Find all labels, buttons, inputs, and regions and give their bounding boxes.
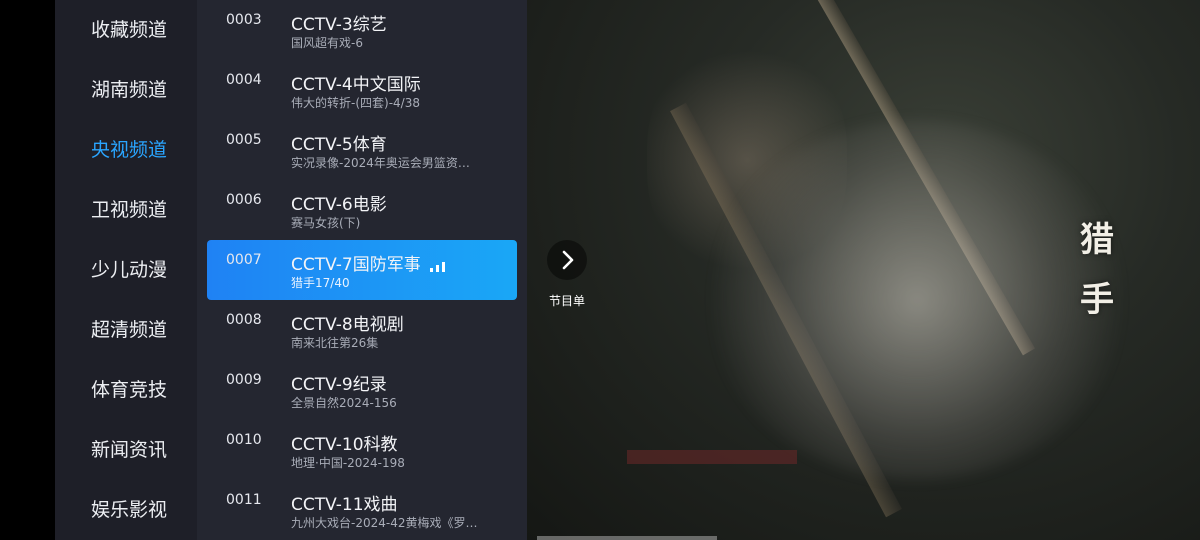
channel-number: 0006 — [226, 192, 262, 208]
epg-button[interactable]: 节目单 — [545, 240, 589, 312]
video-progress-bar — [537, 536, 717, 540]
current-program: 全景自然2024-156 — [291, 396, 397, 410]
channel-name: CCTV-10科教 — [291, 435, 398, 455]
channel-name: CCTV-9纪录 — [291, 375, 387, 395]
channel-name: CCTV-8电视剧 — [291, 315, 404, 335]
category-item[interactable]: 少儿动漫 — [91, 250, 167, 290]
left-margin — [0, 0, 55, 540]
channel-number: 0009 — [226, 372, 262, 388]
channel-row[interactable]: 0010 CCTV-10科教 地理·中国-2024-198 — [207, 420, 517, 480]
channel-number: 0008 — [226, 312, 262, 328]
chevron-right-icon — [547, 240, 587, 280]
channel-name: CCTV-7国防军事 — [291, 255, 421, 275]
epg-button-label: 节目单 — [548, 294, 585, 308]
current-program: 伟大的转折-(四套)-4/38 — [291, 96, 420, 110]
current-program: 赛马女孩(下) — [291, 216, 361, 230]
channel-row[interactable]: 0011 CCTV-11戏曲 九州大戏台-2024-42黄梅戏《罗… — [207, 480, 517, 540]
category-list: 收藏频道湖南频道央视频道卫视频道少儿动漫超清频道体育竞技新闻资讯娱乐影视 — [55, 0, 197, 540]
channel-name: CCTV-3综艺 — [291, 15, 387, 35]
category-item[interactable]: 央视频道 — [91, 130, 167, 170]
category-item[interactable]: 卫视频道 — [91, 190, 167, 230]
category-item[interactable]: 超清频道 — [91, 310, 167, 350]
current-program: 九州大戏台-2024-42黄梅戏《罗… — [291, 516, 478, 530]
channel-name: CCTV-4中文国际 — [291, 75, 421, 95]
channel-name: CCTV-6电影 — [291, 195, 387, 215]
current-program: 猎手17/40 — [291, 276, 350, 290]
video-foreground — [707, 120, 1127, 480]
channel-row[interactable]: 0009 CCTV-9纪录 全景自然2024-156 — [207, 360, 517, 420]
channel-row[interactable]: 0003 CCTV-3综艺 国风超有戏-6 — [207, 0, 517, 60]
category-item[interactable]: 新闻资讯 — [91, 430, 167, 470]
channel-row[interactable]: 0004 CCTV-4中文国际 伟大的转折-(四套)-4/38 — [207, 60, 517, 120]
category-item[interactable]: 湖南频道 — [91, 70, 167, 110]
channel-number: 0005 — [226, 132, 262, 148]
channel-row[interactable]: 0006 CCTV-6电影 赛马女孩(下) — [207, 180, 517, 240]
playing-indicator-icon — [430, 262, 448, 272]
channel-number: 0007 — [226, 252, 262, 268]
channel-row-selected[interactable]: 0007 CCTV-7国防军事 猎手17/40 — [207, 240, 517, 300]
channel-row[interactable]: 0008 CCTV-8电视剧 南来北往第26集 — [207, 300, 517, 360]
channel-row[interactable]: 0005 CCTV-5体育 实况录像-2024年奥运会男篮资… — [207, 120, 517, 180]
channel-number: 0011 — [226, 492, 262, 508]
video-prop — [627, 450, 797, 464]
channel-name: CCTV-5体育 — [291, 135, 387, 155]
current-program: 地理·中国-2024-198 — [291, 456, 405, 470]
category-item[interactable]: 体育竞技 — [91, 370, 167, 410]
show-title-watermark: 猎 手 — [1080, 220, 1114, 320]
current-program: 南来北往第26集 — [291, 336, 379, 350]
category-item[interactable]: 娱乐影视 — [91, 490, 167, 530]
current-program: 实况录像-2024年奥运会男篮资… — [291, 156, 470, 170]
channel-number: 0004 — [226, 72, 262, 88]
category-item[interactable]: 收藏频道 — [91, 10, 167, 50]
channel-number: 0010 — [226, 432, 262, 448]
channel-number: 0003 — [226, 12, 262, 28]
current-program: 国风超有戏-6 — [291, 36, 363, 50]
channel-list: 0003 CCTV-3综艺 国风超有戏-6 0004 CCTV-4中文国际 伟大的转折-(… — [197, 0, 527, 540]
channel-name: CCTV-11戏曲 — [291, 495, 398, 515]
